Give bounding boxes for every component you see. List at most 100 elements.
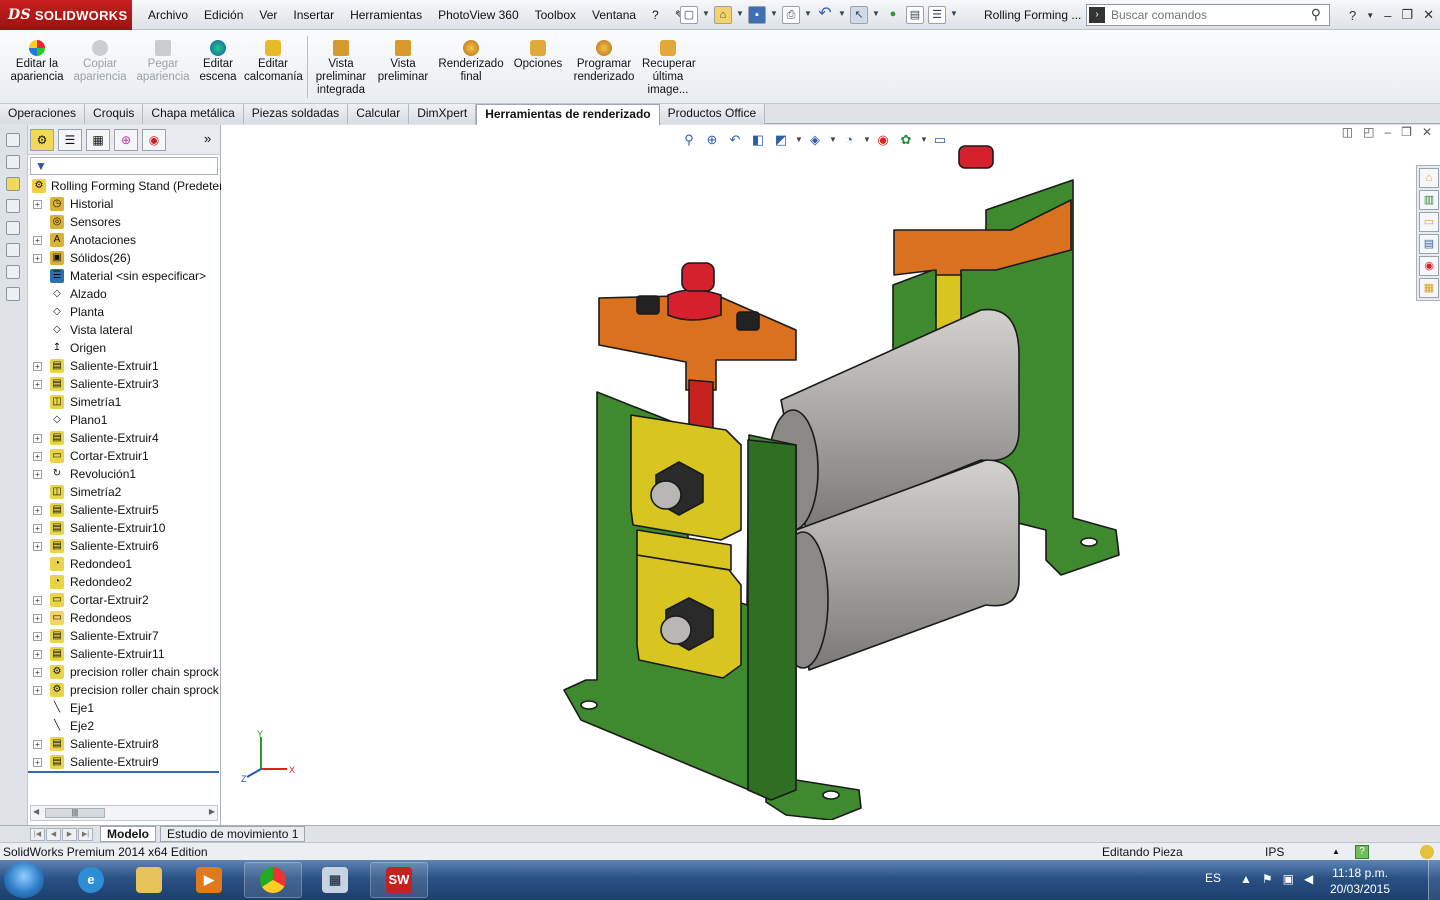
last-tab-icon[interactable]: ▶| [78,828,93,841]
tree-rollback-bar[interactable] [28,771,219,773]
tree-node[interactable]: ╲ Eje1 [28,699,221,717]
tree-node[interactable]: ☰ Material <sin especificar> [28,267,221,285]
tab-motion-study[interactable]: Estudio de movimiento 1 [160,826,306,842]
configuration-manager-tab-icon[interactable]: ▦ [86,129,110,151]
tree-node[interactable]: + ▤ Saliente-Extruir5 [28,501,221,519]
tree-node[interactable]: ◫ Simetría2 [28,483,221,501]
tree-node[interactable]: + ▤ Saliente-Extruir6 [28,537,221,555]
recall-image-button[interactable]: Recuperar última image... [642,40,696,97]
expand-toggle-icon[interactable]: + [33,668,42,677]
options-dropdown-icon[interactable]: ▼ [950,6,958,24]
tab-croquis[interactable]: Croquis [85,104,144,124]
units-dropdown-icon[interactable]: ▲ [1332,843,1340,861]
expand-toggle-icon[interactable]: + [33,596,42,605]
solidworks-resources-icon[interactable]: ⌂ [1419,168,1439,188]
close-icon[interactable]: ✕ [1423,7,1434,23]
calculator-button[interactable]: ▦ [306,862,364,898]
tree-node[interactable]: ╲ Eje2 [28,717,221,735]
viewport-link-icon[interactable]: ◰ [1363,125,1374,139]
tree-node[interactable]: + ▤ Saliente-Extruir3 [28,375,221,393]
clock-date[interactable]: 20/03/2015 [1325,882,1395,896]
paste-appearance-button[interactable]: Pegar apariencia [134,40,192,84]
schedule-render-button[interactable]: Programar renderizado [570,40,638,84]
save-dropdown-icon[interactable]: ▼ [770,6,778,24]
select-dropdown-icon[interactable]: ▼ [872,6,880,24]
show-desktop-button[interactable] [1428,860,1440,900]
extrude-tool-icon[interactable] [6,177,20,191]
copy-appearance-button[interactable]: Copiar apariencia [72,40,128,84]
undo-icon[interactable]: ↶ [816,6,834,24]
help-icon[interactable]: ? [1349,8,1356,23]
options-icon[interactable]: ☰ [928,6,946,24]
menu-insertar[interactable]: Insertar [285,0,342,30]
tree-node[interactable]: + ⚙ precision roller chain sprock [28,663,221,681]
tags-icon[interactable] [1420,845,1434,859]
tree-node[interactable]: ◇ Alzado [28,285,221,303]
tree-node[interactable]: + ▭ Cortar-Extruir1 [28,447,221,465]
revolve-tool-icon[interactable] [6,199,20,213]
scroll-thumb[interactable]: ||| [45,808,105,818]
tree-node[interactable]: + ▤ Saliente-Extruir8 [28,735,221,753]
property-manager-tab-icon[interactable]: ☰ [58,129,82,151]
design-library-icon[interactable]: ▥ [1419,190,1439,210]
internet-explorer-button[interactable]: e [62,862,120,898]
quick-tips-icon[interactable]: ? [1355,845,1369,859]
tree-node[interactable]: + A Anotaciones [28,231,221,249]
final-render-button[interactable]: Renderizado final [436,40,506,84]
expand-toggle-icon[interactable]: + [33,254,42,263]
more-tabs-icon[interactable]: » [204,131,211,146]
tab-modelo[interactable]: Modelo [100,826,156,842]
next-tab-icon[interactable]: ▶ [62,828,77,841]
dimxpert-manager-tab-icon[interactable]: ⊕ [114,129,138,151]
volume-icon[interactable]: ◀ [1304,872,1323,886]
expand-toggle-icon[interactable]: + [33,632,42,641]
expand-toggle-icon[interactable]: + [33,686,42,695]
viewport-split-icon[interactable]: ◫ [1342,125,1353,139]
expand-toggle-icon[interactable]: + [33,470,42,479]
menu-help[interactable]: ? [644,0,667,30]
options-button[interactable]: Opciones [510,40,566,71]
new-dropdown-icon[interactable]: ▼ [702,6,710,24]
expand-toggle-icon[interactable]: + [33,452,42,461]
appearances-scenes-icon[interactable]: ◉ [1419,256,1439,276]
tree-node[interactable]: + ▭ Redondeos [28,609,221,627]
select-pointer-icon[interactable]: ↖ [850,6,868,24]
expand-toggle-icon[interactable]: + [33,236,42,245]
file-explorer-button[interactable] [120,862,178,898]
save-icon[interactable]: ▪ [748,6,766,24]
scroll-right-icon[interactable]: ▶ [209,807,215,816]
tree-node[interactable]: ◇ Planta [28,303,221,321]
viewport-restore-icon[interactable]: ❐ [1401,125,1412,139]
tree-node[interactable]: + ↻ Revolución1 [28,465,221,483]
feature-tree-scrollbar[interactable]: ◀ ||| ▶ [30,805,218,821]
tree-node[interactable]: ◔ Redondeo2 [28,573,221,591]
viewport-minimize-icon[interactable]: – [1384,125,1391,139]
open-folder-icon[interactable]: ⌂ [714,6,732,24]
feature-tree-tab-icon[interactable]: ⚙ [30,129,54,151]
tab-productos-office[interactable]: Productos Office [659,104,766,124]
tray-icons[interactable]: ▲⚑▣◀ [1240,872,1323,886]
tree-node[interactable]: + ▤ Saliente-Extruir1 [28,357,221,375]
expand-toggle-icon[interactable]: + [33,200,42,209]
tab-operaciones[interactable]: Operaciones [0,104,86,124]
smart-dimension-icon[interactable] [6,155,20,169]
reference-tool-icon[interactable] [6,287,20,301]
new-document-icon[interactable]: ▢ [680,6,698,24]
media-player-button[interactable]: ▶ [180,862,238,898]
menu-archivo[interactable]: Archivo [140,0,196,30]
search-icon[interactable]: ⚲ [1311,6,1321,23]
tree-node[interactable]: ↥ Origen [28,339,221,357]
unit-system[interactable]: IPS [1265,843,1284,861]
sketch-tool-icon[interactable] [6,133,20,147]
menu-ver[interactable]: Ver [251,0,285,30]
tree-node[interactable]: + ▤ Saliente-Extruir11 [28,645,221,663]
expand-toggle-icon[interactable]: + [33,650,42,659]
edit-appearance-button[interactable]: Editar la apariencia [6,40,68,84]
menu-photoview[interactable]: PhotoView 360 [430,0,527,30]
graphics-area[interactable]: ⚲ ⊕ ↶ ◧ ◩ ▼ ◈ ▼ ◔ ▼ ◉ ✿ ▼ ▭ ◫ ◰ – ❐ ✕ Y … [221,125,1440,825]
print-dropdown-icon[interactable]: ▼ [804,6,812,24]
start-button[interactable] [4,862,44,898]
expand-toggle-icon[interactable]: + [33,362,42,371]
expand-toggle-icon[interactable]: + [33,380,42,389]
edit-scene-button[interactable]: Editar escena [196,40,240,84]
